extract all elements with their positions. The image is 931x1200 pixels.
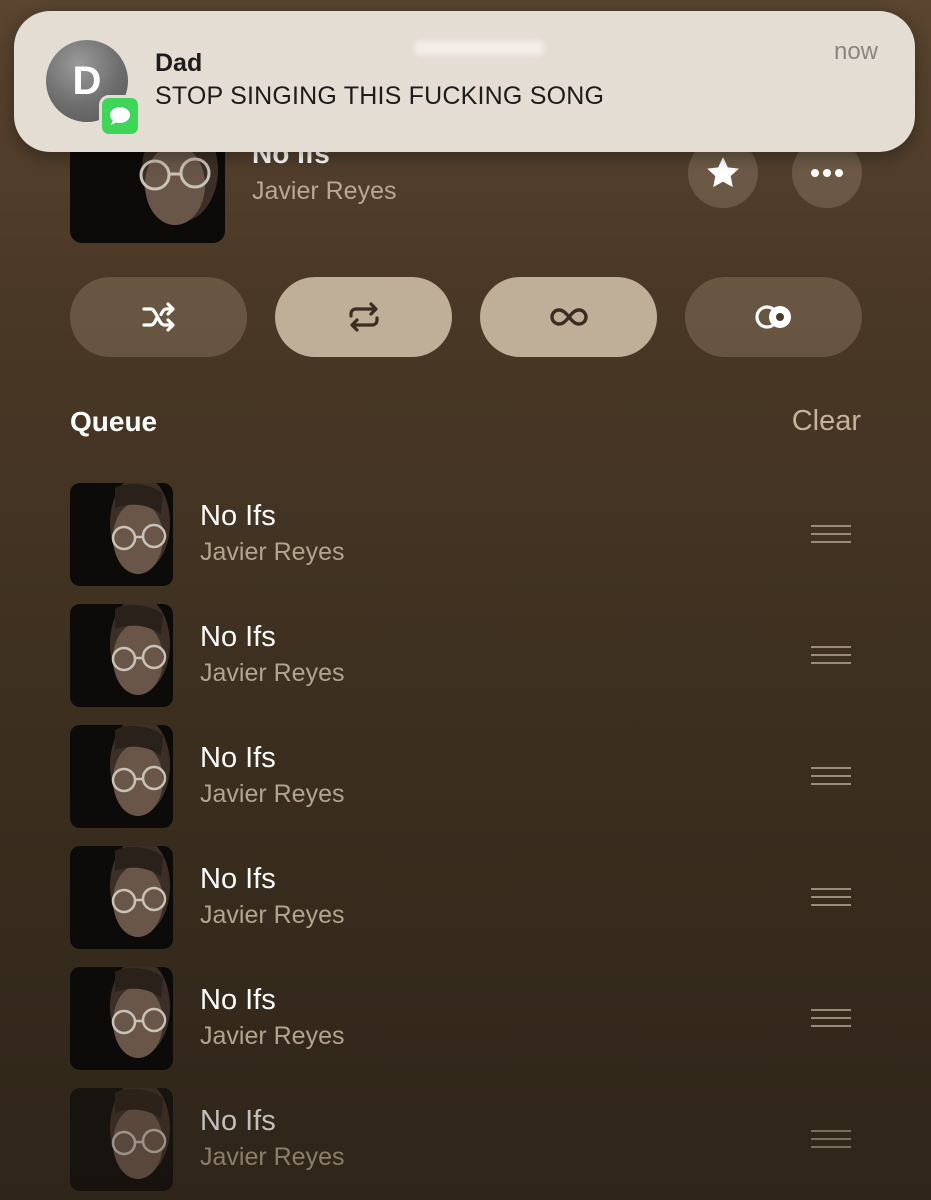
track-artwork [70, 604, 173, 707]
track-title: No Ifs [200, 742, 276, 774]
track-artist: Javier Reyes [200, 780, 345, 808]
drag-handle-icon[interactable] [811, 1009, 851, 1029]
repeat-icon [348, 302, 379, 332]
drag-handle-icon[interactable] [811, 646, 851, 666]
clear-queue-button[interactable]: Clear [792, 405, 861, 438]
queue-row[interactable]: No Ifs Javier Reyes [0, 725, 931, 829]
repeat-button[interactable] [275, 277, 452, 357]
queue-heading: Queue [70, 406, 158, 437]
notification-sender: Dad [155, 49, 203, 77]
message-notification[interactable]: D Dad STOP SINGING THIS FUCKING SONG now [14, 11, 915, 152]
track-artwork [70, 483, 173, 586]
track-title: No Ifs [200, 984, 276, 1016]
autoplay-button[interactable] [480, 277, 657, 357]
infinity-icon [549, 308, 588, 326]
track-artwork [70, 1088, 173, 1191]
track-artist: Javier Reyes [200, 1143, 345, 1171]
track-title: No Ifs [200, 621, 276, 653]
queue-row[interactable]: No Ifs Javier Reyes [0, 604, 931, 708]
drag-handle-icon[interactable] [811, 767, 851, 787]
notification-handle [414, 41, 544, 55]
track-artist: Javier Reyes [200, 901, 345, 929]
queue-row[interactable]: No Ifs Javier Reyes [0, 483, 931, 587]
queue-row[interactable]: No Ifs Javier Reyes [0, 1088, 931, 1192]
crossfade-button[interactable] [685, 277, 862, 357]
track-title: No Ifs [200, 863, 276, 895]
shuffle-icon [141, 302, 175, 332]
now-playing-artwork[interactable] [70, 140, 225, 243]
ellipsis-icon [811, 169, 843, 177]
track-artist: Javier Reyes [200, 538, 345, 566]
now-playing-artist[interactable]: Javier Reyes [252, 177, 397, 206]
star-icon [707, 157, 739, 188]
drag-handle-icon[interactable] [811, 1130, 851, 1150]
track-artwork [70, 967, 173, 1070]
notification-time: now [833, 38, 878, 65]
crossfade-icon [754, 305, 791, 329]
notification-message: STOP SINGING THIS FUCKING SONG [155, 82, 605, 110]
track-artist: Javier Reyes [200, 659, 345, 687]
shuffle-button[interactable] [70, 277, 247, 357]
avatar-initial: D [72, 58, 102, 103]
track-artwork [70, 725, 173, 828]
drag-handle-icon[interactable] [811, 525, 851, 545]
track-artist: Javier Reyes [200, 1022, 345, 1050]
messages-app-icon [99, 95, 141, 137]
track-artwork [70, 846, 173, 949]
queue-row[interactable]: No Ifs Javier Reyes [0, 846, 931, 950]
track-title: No Ifs [200, 1105, 276, 1137]
queue-row[interactable]: No Ifs Javier Reyes [0, 967, 931, 1071]
track-title: No Ifs [200, 500, 276, 532]
drag-handle-icon[interactable] [811, 888, 851, 908]
